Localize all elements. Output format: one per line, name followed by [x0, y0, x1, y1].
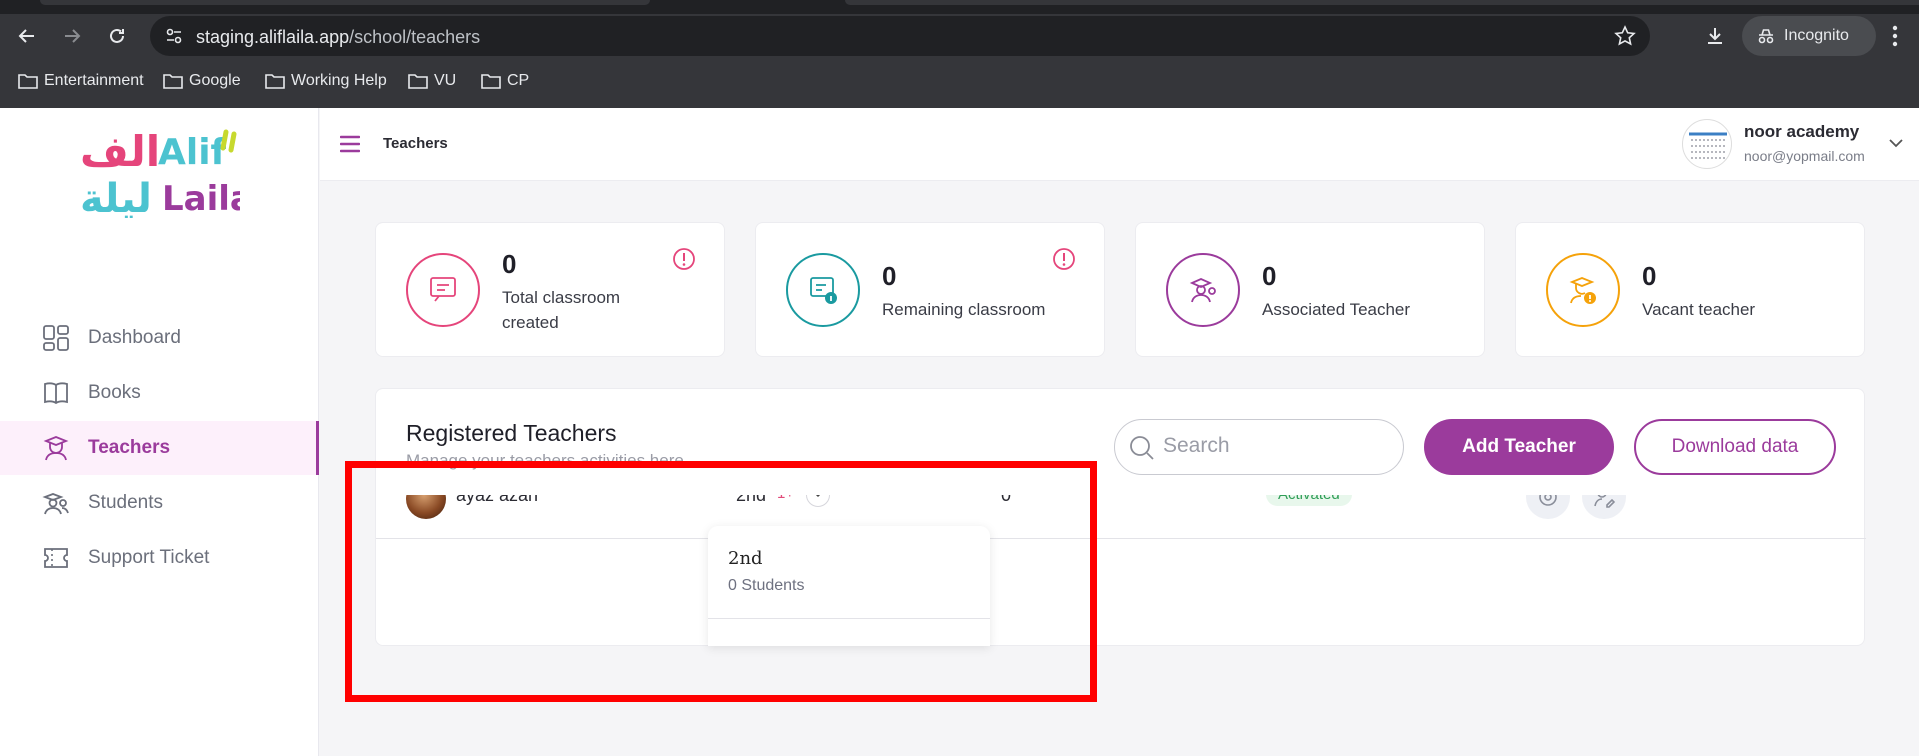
user-email: noor@yopmail.com	[1744, 148, 1865, 164]
bookmarks-bar: Entertainment Google Working Help VU CP	[0, 58, 1919, 108]
incognito-label: Incognito	[1784, 27, 1849, 44]
sidebar-item-students[interactable]: Students	[0, 476, 319, 530]
browser-toolbar: staging.aliflaila.app/school/teachers In…	[0, 14, 1919, 58]
bookmark-folder[interactable]: Entertainment	[18, 72, 144, 90]
sidebar-item-teachers[interactable]: Teachers	[0, 421, 319, 475]
bookmark-label: VU	[434, 72, 457, 89]
user-name: noor academy	[1744, 122, 1860, 141]
eye-icon	[1539, 495, 1557, 506]
url-host: staging.aliflaila.app	[196, 27, 350, 47]
avatar[interactable]	[1682, 119, 1732, 169]
sidebar-item-label: Support Ticket	[88, 547, 210, 568]
bookmark-folder[interactable]: CP	[481, 72, 529, 90]
page-title: Teachers	[383, 135, 448, 152]
bookmark-label: Working Help	[291, 72, 387, 89]
stat-value: 0	[882, 261, 897, 291]
stat-card-associated-teacher: 0 Associated Teacher	[1135, 222, 1485, 357]
sidebar-item-label: Teachers	[88, 437, 171, 458]
teachers-icon	[1189, 278, 1216, 303]
stat-label: Associated Teacher	[1262, 300, 1411, 319]
sidebar-item-label: Dashboard	[88, 327, 181, 348]
reload-icon[interactable]	[104, 23, 130, 49]
view-button[interactable]	[1526, 495, 1570, 519]
stat-label: Total classroom created	[502, 288, 621, 332]
book-icon	[44, 382, 68, 405]
stat-value: 0	[1642, 261, 1657, 291]
panel-title: Registered Teachers	[406, 420, 617, 446]
classroom-icon	[430, 277, 456, 302]
bookmark-star-icon[interactable]	[1614, 25, 1636, 47]
folder-icon	[163, 74, 183, 89]
add-teacher-button[interactable]: Add Teacher	[1424, 419, 1614, 475]
status-badge: Activated	[1266, 495, 1352, 506]
dashboard-icon	[43, 325, 69, 351]
user-edit-icon	[1594, 495, 1615, 508]
stat-ring	[406, 253, 480, 327]
stat-label: Remaining classroom	[882, 300, 1046, 319]
stat-card-vacant-teacher: 0 Vacant teacher	[1515, 222, 1865, 357]
download-icon[interactable]	[1702, 23, 1728, 49]
search-input[interactable]	[1163, 434, 1383, 458]
sidebar-item-books[interactable]: Books	[0, 366, 319, 420]
hamburger-menu-icon[interactable]	[340, 135, 360, 153]
folder-icon	[265, 74, 285, 89]
menu-kebab-icon[interactable]	[1882, 23, 1908, 49]
top-header: Teachers noor academy noor@yopmail.com	[320, 108, 1919, 181]
sidebar-item-support-ticket[interactable]: Support Ticket	[0, 531, 319, 585]
bookmark-label: Entertainment	[44, 72, 144, 89]
address-bar[interactable]: staging.aliflaila.app/school/teachers	[150, 16, 1650, 56]
browser-tab[interactable]	[845, 0, 1919, 5]
sidebar: الف Alif ليلة Laila Dashboard Books Teac…	[0, 108, 319, 756]
stat-ring	[1166, 253, 1240, 327]
back-icon[interactable]	[14, 23, 40, 49]
classroom-info-icon	[810, 277, 837, 304]
search-box[interactable]	[1114, 419, 1404, 475]
stat-ring	[786, 253, 860, 327]
bookmark-label: Google	[189, 72, 241, 89]
students-icon	[42, 493, 69, 515]
logo-latin-top: Alif	[158, 132, 227, 173]
browser-tab-strip	[0, 0, 1919, 14]
stat-card-remaining-classroom: 0 Remaining classroom	[755, 222, 1105, 357]
chevron-down-icon[interactable]	[1887, 134, 1905, 152]
incognito-button[interactable]: Incognito	[1742, 16, 1876, 56]
alert-icon[interactable]	[672, 247, 696, 271]
logo-latin-bottom: Laila	[162, 179, 240, 218]
alif-laila-logo[interactable]: الف Alif ليلة Laila	[80, 122, 240, 218]
logo-arabic-bottom: ليلة	[80, 176, 152, 218]
url-path: /school/teachers	[349, 27, 481, 47]
school-logo-icon	[1689, 132, 1727, 159]
stat-ring	[1546, 253, 1620, 327]
logo-arabic-top: الف	[80, 127, 160, 176]
folder-icon	[408, 74, 428, 89]
browser-tab[interactable]	[40, 0, 650, 5]
stat-label: Vacant teacher	[1642, 300, 1756, 319]
site-settings-icon[interactable]	[164, 26, 184, 46]
folder-icon	[481, 74, 501, 89]
stat-value: 0	[1262, 261, 1277, 291]
forward-icon[interactable]	[59, 23, 85, 49]
search-icon	[1130, 436, 1154, 460]
download-data-button[interactable]: Download data	[1634, 419, 1836, 475]
ticket-icon	[44, 548, 68, 568]
sidebar-item-label: Books	[88, 382, 141, 403]
bookmark-folder[interactable]: Google	[163, 72, 241, 90]
stat-value: 0	[502, 249, 517, 279]
highlight-annotation	[345, 461, 1097, 702]
teacher-icon	[43, 436, 69, 461]
bookmark-folder[interactable]: VU	[408, 72, 456, 90]
teacher-alert-icon	[1569, 277, 1596, 304]
sidebar-item-dashboard[interactable]: Dashboard	[0, 311, 319, 365]
url-text: staging.aliflaila.app/school/teachers	[196, 27, 480, 48]
alert-icon[interactable]	[1052, 247, 1076, 271]
folder-icon	[18, 74, 38, 89]
assign-teacher-button[interactable]	[1582, 495, 1626, 519]
bookmark-label: CP	[507, 72, 530, 89]
incognito-icon	[1758, 29, 1774, 44]
sidebar-item-label: Students	[88, 492, 163, 513]
bookmark-folder[interactable]: Working Help	[265, 72, 387, 90]
stat-card-total-classroom: 0 Total classroom created	[375, 222, 725, 357]
